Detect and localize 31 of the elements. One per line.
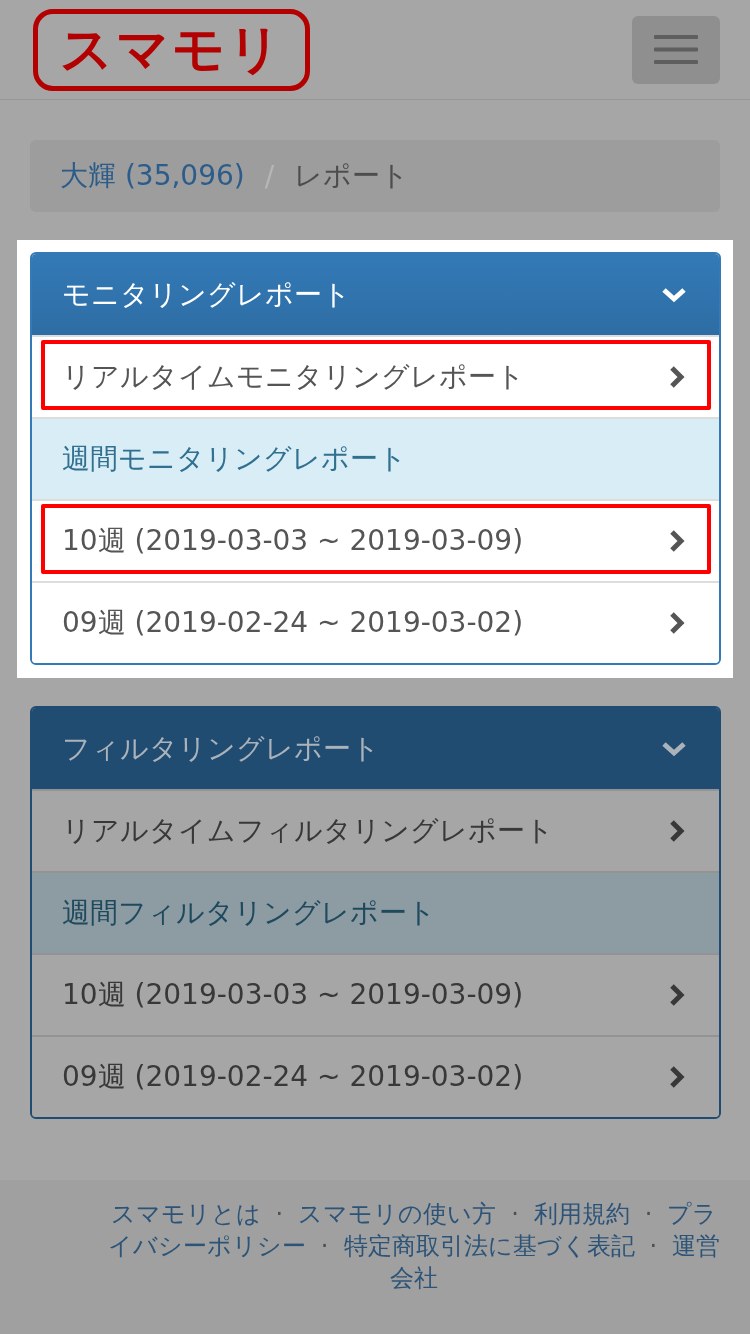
footer-link[interactable]: スマモリの使い方 xyxy=(298,1198,497,1230)
menu-icon xyxy=(654,35,698,64)
footer-separator: · xyxy=(320,1231,329,1262)
footer-link[interactable]: 運営 xyxy=(672,1230,721,1262)
logo[interactable]: スマモリ xyxy=(33,8,310,91)
panel-header[interactable]: フィルタリングレポート xyxy=(32,708,719,789)
footer-link[interactable]: 会社 xyxy=(390,1262,438,1294)
footer-separator: · xyxy=(511,1199,519,1230)
panel-header[interactable]: モニタリングレポート xyxy=(32,254,719,335)
footer-separator: · xyxy=(275,1199,284,1230)
breadcrumb-separator: / xyxy=(264,159,275,193)
section-heading: 週間フィルタリングレポート xyxy=(32,871,719,953)
footer-link[interactable]: イバシーポリシー xyxy=(107,1230,306,1262)
chevron-right-icon xyxy=(668,529,686,553)
section-heading: 週間モニタリングレポート xyxy=(32,417,719,499)
footer-separator: · xyxy=(644,1199,653,1230)
footer-separator: · xyxy=(649,1231,658,1262)
report-link[interactable]: 09週 (2019-02-24 ~ 2019-03-02) xyxy=(32,581,719,663)
footer-link[interactable]: 利用規約 xyxy=(533,1198,630,1230)
chevron-right-icon xyxy=(668,365,686,389)
chevron-right-icon xyxy=(668,983,686,1007)
report-link[interactable]: 09週 (2019-02-24 ~ 2019-03-02) xyxy=(32,1035,719,1117)
breadcrumb-link[interactable]: 大輝 (35,096) xyxy=(60,157,245,195)
footer-link[interactable]: プラ xyxy=(667,1198,718,1230)
chevron-right-icon xyxy=(668,611,686,635)
menu-button[interactable] xyxy=(632,15,720,84)
chevron-right-icon xyxy=(668,1065,686,1089)
footer-link[interactable]: スマモリとは xyxy=(110,1198,261,1230)
footer-link[interactable]: 特定商取引法に基づく表記 xyxy=(343,1230,635,1262)
breadcrumb-current: レポート xyxy=(294,158,410,194)
chevron-right-icon xyxy=(668,819,686,843)
